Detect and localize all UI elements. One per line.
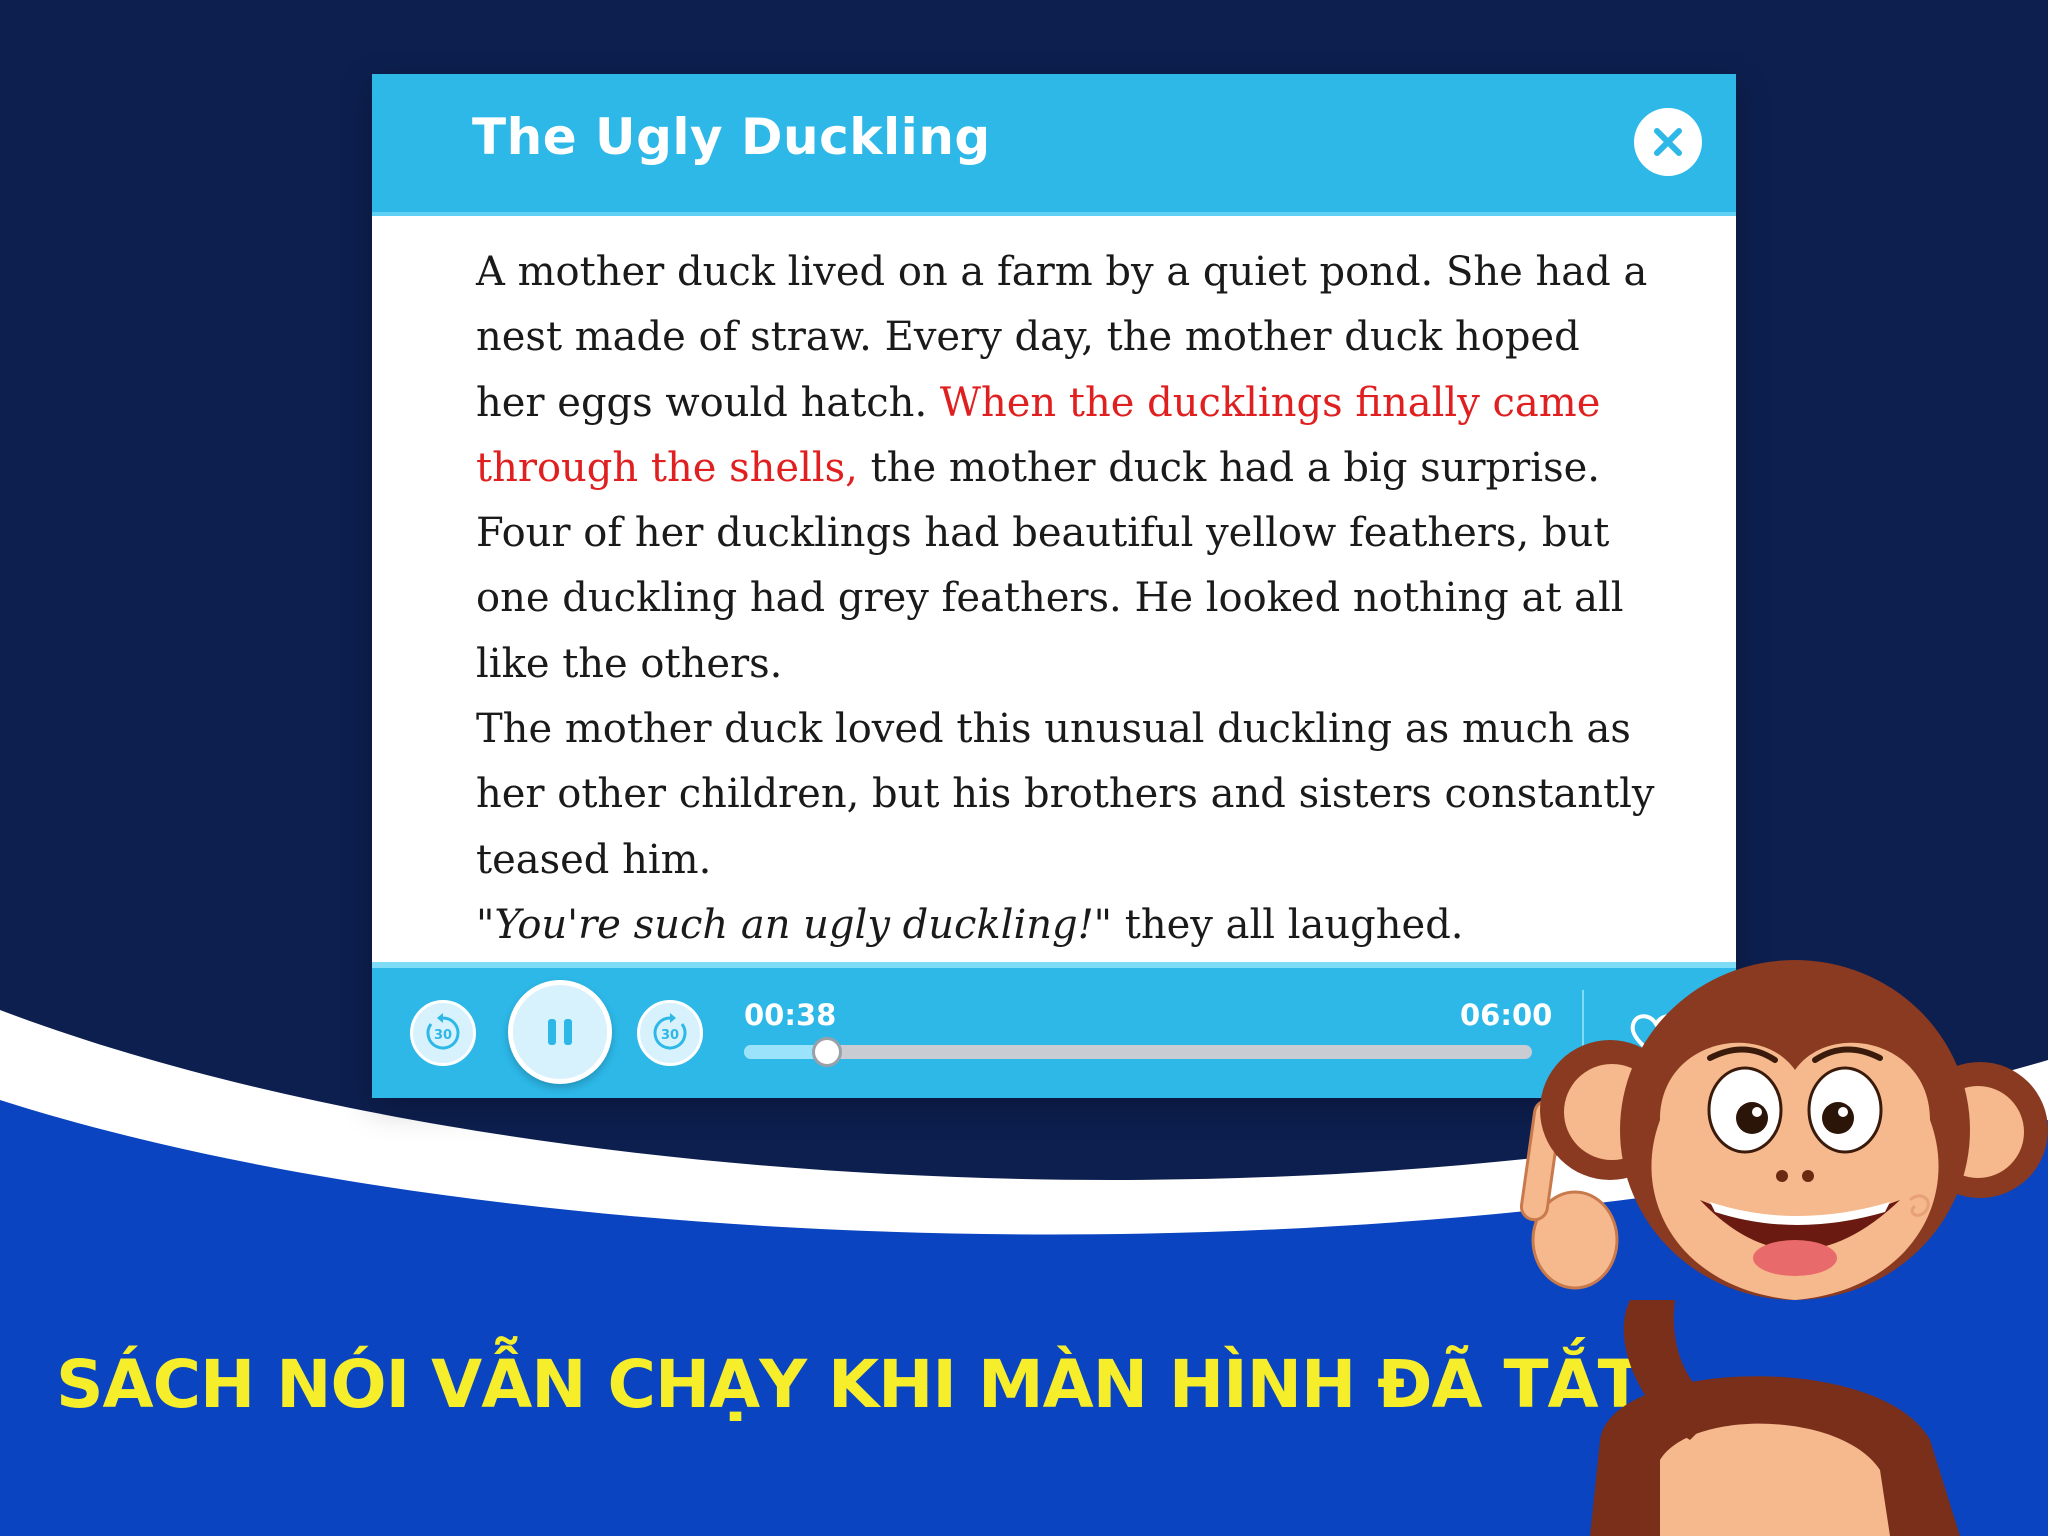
progress-slider[interactable] <box>744 1037 1532 1067</box>
svg-text:30: 30 <box>434 1028 452 1043</box>
dialogue-quote: "You're such an ugly duckling!" <box>476 901 1113 948</box>
pause-icon <box>548 1019 572 1045</box>
svg-text:30: 30 <box>661 1028 679 1043</box>
pause-button[interactable] <box>508 980 612 1084</box>
story-text: A mother duck lived on a farm by a quiet… <box>476 240 1656 1020</box>
close-icon <box>1654 128 1682 156</box>
monkey-mascot <box>1519 960 2048 1536</box>
forward-icon: 30 <box>653 1013 687 1050</box>
rewind-30-button[interactable]: 30 <box>410 1000 476 1066</box>
forward-30-button[interactable]: 30 <box>637 1000 703 1066</box>
reader-header: The Ugly Duckling <box>372 74 1736 216</box>
progress-thumb[interactable] <box>811 1037 842 1067</box>
current-time: 00:38 <box>744 998 837 1032</box>
story-paragraph: A mother duck lived on a farm by a quiet… <box>476 249 1648 687</box>
story-title: The Ugly Duckling <box>472 108 991 166</box>
rewind-icon: 30 <box>426 1013 460 1050</box>
story-paragraph: The mother duck loved this unusual duckl… <box>476 706 1655 883</box>
promo-caption: SÁCH NÓI VẪN CHẠY KHI MÀN HÌNH ĐÃ TẮT <box>56 1346 1643 1423</box>
close-button[interactable] <box>1634 108 1702 176</box>
